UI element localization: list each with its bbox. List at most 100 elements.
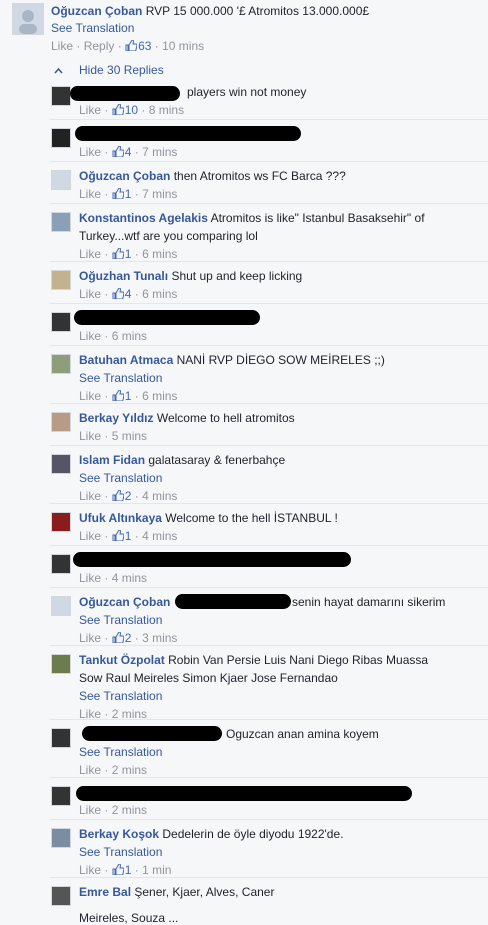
like-link[interactable]: Like (79, 763, 101, 777)
commenter-name[interactable]: Berkay Yıldız (79, 411, 153, 425)
reply-divider (50, 345, 488, 346)
redacted-name (74, 310, 260, 325)
reply-text: Welcome to hell atromitos (156, 411, 295, 425)
commenter-name[interactable]: Oğuzcan Çoban (79, 169, 170, 183)
avatar[interactable] (51, 454, 71, 474)
avatar[interactable] (51, 412, 71, 432)
separator: · (104, 429, 109, 443)
commenter-name[interactable]: Tankut Özpolat (79, 653, 165, 667)
timestamp[interactable]: 8 mins (149, 103, 184, 117)
like-count[interactable]: 10 (112, 103, 138, 117)
like-link[interactable]: Like (79, 389, 101, 403)
timestamp[interactable]: 2 mins (112, 763, 147, 777)
reply-text: Welcome to the hell İSTANBUL ! (165, 511, 338, 525)
commenter-name[interactable]: Oğuzhan Tunalı (79, 269, 168, 283)
avatar[interactable] (51, 828, 71, 848)
like-link[interactable]: Like (79, 803, 101, 817)
commenter-name[interactable]: Batuhan Atmaca (79, 353, 173, 367)
avatar[interactable] (51, 786, 71, 806)
like-link[interactable]: Like (79, 571, 101, 585)
like-link[interactable]: Like (79, 145, 101, 159)
like-link[interactable]: Like (79, 529, 101, 543)
commenter-name[interactable]: Emre Bal (79, 885, 131, 899)
like-link[interactable]: Like (79, 247, 101, 261)
reply-link[interactable]: Reply (84, 39, 115, 53)
reply-divider (50, 445, 488, 446)
timestamp[interactable]: 1 min (142, 863, 171, 877)
avatar[interactable] (12, 3, 44, 35)
timestamp[interactable]: 3 mins (142, 631, 177, 645)
commenter-name[interactable]: Berkay Koşok (79, 827, 159, 841)
timestamp[interactable]: 4 mins (142, 489, 177, 503)
timestamp[interactable]: 6 mins (142, 287, 177, 301)
like-count[interactable]: 4 (112, 287, 131, 301)
like-link[interactable]: Like (79, 429, 101, 443)
separator: · (104, 803, 109, 817)
timestamp[interactable]: 5 mins (112, 429, 147, 443)
timestamp[interactable]: 4 mins (142, 529, 177, 543)
timestamp[interactable]: 6 mins (112, 329, 147, 343)
timestamp[interactable]: 6 mins (142, 247, 177, 261)
reply-divider (50, 161, 488, 162)
timestamp[interactable]: 2 mins (112, 803, 147, 817)
reply-line: Islam Fidan galatasaray & fenerbahçe (79, 453, 285, 467)
thumbs-up-icon (112, 288, 124, 299)
separator: · (104, 571, 109, 585)
thumbs-up-icon (112, 104, 124, 115)
reply-actions: Like · 1 · 7 mins (79, 187, 177, 201)
see-translation-link[interactable]: See Translation (79, 689, 162, 703)
comment-text: RVP 15 000.000 '£ Atromitos 13.000.000£ (145, 4, 370, 18)
hide-replies-toggle[interactable]: Hide 30 Replies (54, 63, 164, 77)
like-count[interactable]: 63 (125, 39, 151, 53)
timestamp[interactable]: 7 mins (142, 187, 177, 201)
like-count[interactable]: 1 (112, 529, 131, 543)
avatar[interactable] (51, 596, 71, 616)
avatar[interactable] (51, 512, 71, 532)
avatar[interactable] (51, 886, 71, 906)
commenter-name[interactable]: Oğuzcan Çoban (51, 4, 142, 18)
redacted-name (175, 594, 291, 609)
avatar[interactable] (51, 270, 71, 290)
like-count[interactable]: 1 (112, 247, 131, 261)
like-link[interactable]: Like (79, 103, 101, 117)
avatar[interactable] (51, 354, 71, 374)
see-translation-link[interactable]: See Translation (79, 371, 162, 385)
like-count[interactable]: 1 (112, 863, 131, 877)
see-translation-link[interactable]: See Translation (79, 745, 162, 759)
see-translation-link[interactable]: See Translation (79, 471, 162, 485)
like-count[interactable]: 1 (112, 187, 131, 201)
commenter-name[interactable]: Ufuk Altınkaya (79, 511, 162, 525)
like-link[interactable]: Like (79, 329, 101, 343)
like-link[interactable]: Like (51, 39, 73, 53)
like-count[interactable]: 4 (112, 145, 131, 159)
timestamp[interactable]: 10 mins (162, 39, 204, 53)
timestamp[interactable]: 4 mins (112, 571, 147, 585)
timestamp[interactable]: 6 mins (142, 389, 177, 403)
timestamp[interactable]: 7 mins (142, 145, 177, 159)
see-translation-link[interactable]: See Translation (79, 845, 162, 859)
avatar[interactable] (51, 728, 71, 748)
like-link[interactable]: Like (79, 489, 101, 503)
commenter-name[interactable]: Konstantinos Agelakis (79, 211, 208, 225)
like-link[interactable]: Like (79, 863, 101, 877)
see-translation-link[interactable]: See Translation (79, 613, 162, 627)
avatar[interactable] (51, 128, 71, 148)
like-count[interactable]: 2 (112, 631, 131, 645)
avatar[interactable] (51, 654, 71, 674)
like-count[interactable]: 2 (112, 489, 131, 503)
avatar[interactable] (51, 312, 71, 332)
separator: · (134, 863, 139, 877)
separator: · (104, 763, 109, 777)
like-count[interactable]: 1 (112, 389, 131, 403)
commenter-name[interactable]: Oğuzcan Çoban (79, 595, 170, 609)
avatar[interactable] (51, 212, 71, 232)
avatar[interactable] (51, 554, 71, 574)
reply-divider (50, 587, 488, 588)
like-link[interactable]: Like (79, 287, 101, 301)
see-translation-link[interactable]: See Translation (51, 21, 134, 35)
commenter-name[interactable]: Islam Fidan (79, 453, 145, 467)
avatar[interactable] (51, 170, 71, 190)
avatar[interactable] (51, 86, 71, 106)
like-link[interactable]: Like (79, 631, 101, 645)
like-link[interactable]: Like (79, 187, 101, 201)
